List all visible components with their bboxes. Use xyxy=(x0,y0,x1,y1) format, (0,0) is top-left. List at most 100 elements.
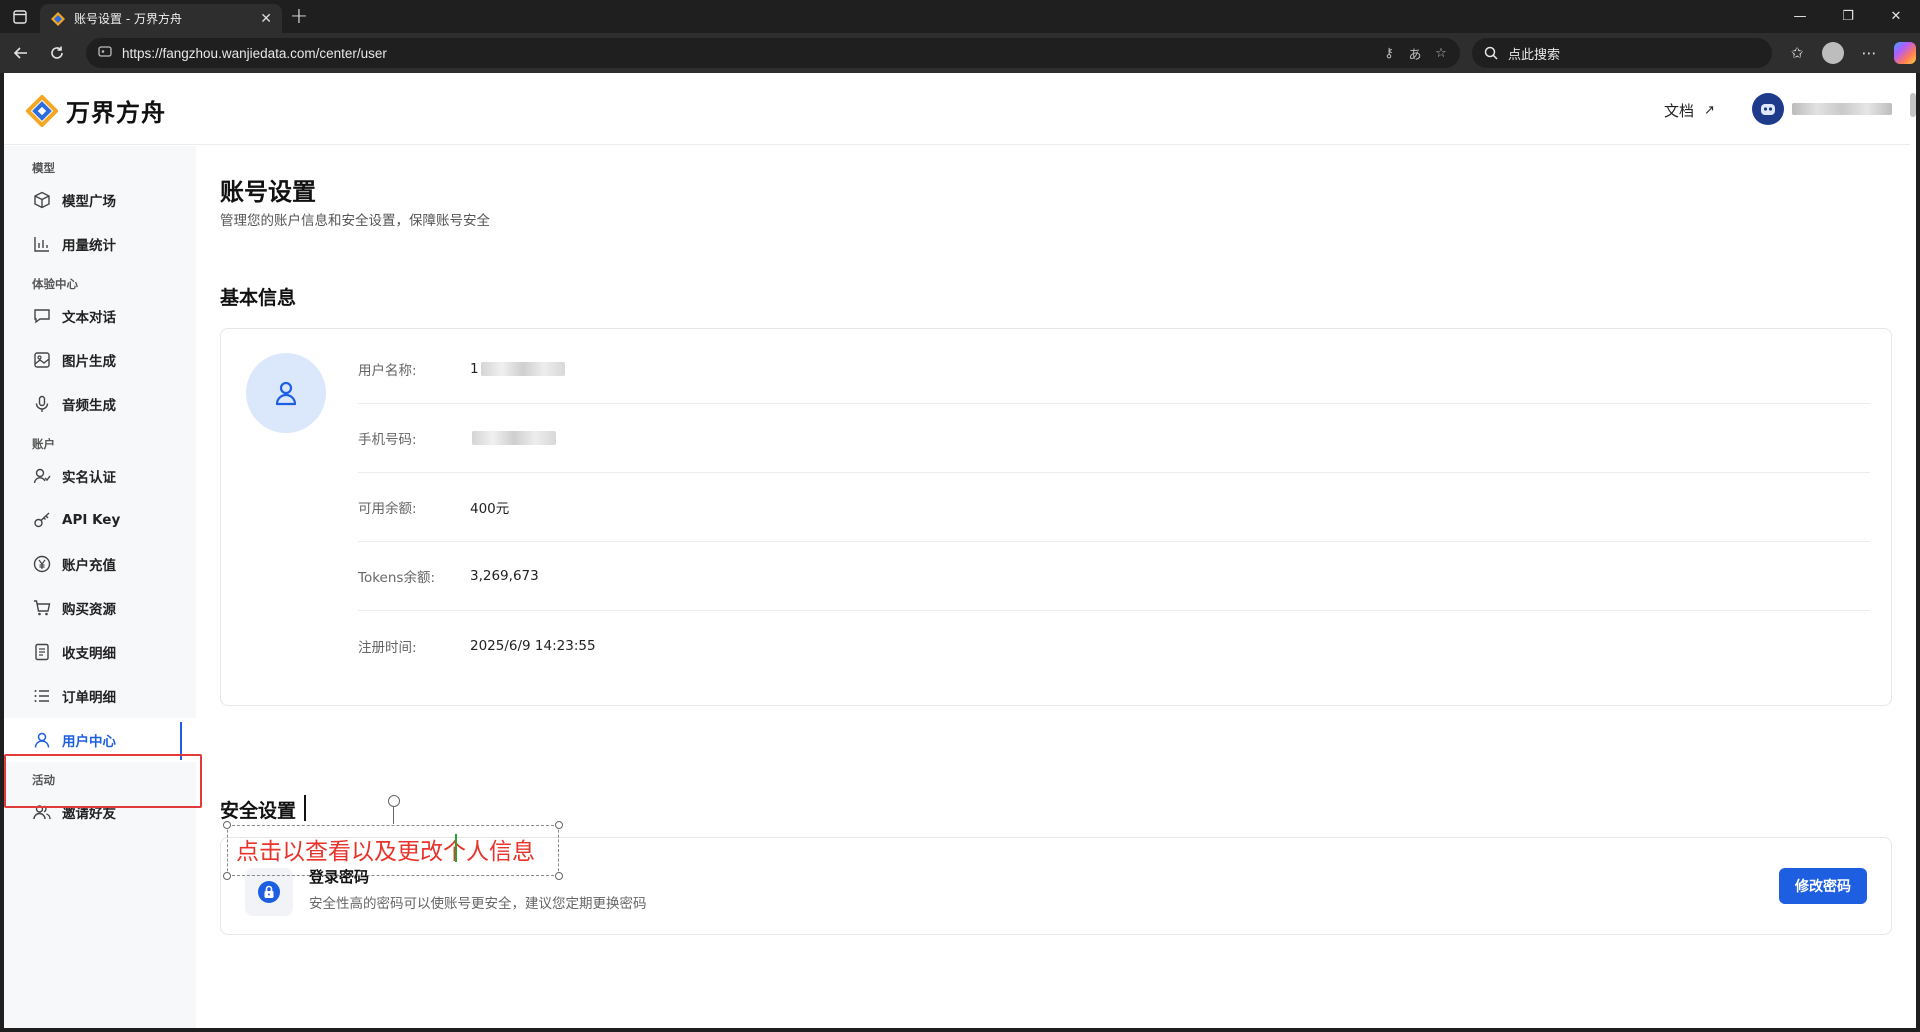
logo-text: 万界方舟 xyxy=(66,99,166,127)
annotation-textbox[interactable]: 点击以查看以及更改个人信息 xyxy=(223,795,563,880)
text-caret xyxy=(304,795,306,821)
sidebar-item-model-square[interactable]: 模型广场 xyxy=(4,178,196,222)
refresh-icon[interactable] xyxy=(42,38,72,68)
page-subtitle: 管理您的账户信息和安全设置，保障账号安全 xyxy=(220,213,490,229)
masked-value xyxy=(472,431,556,445)
rotate-handle[interactable] xyxy=(388,795,400,807)
cart-icon xyxy=(32,598,52,618)
docs-link[interactable]: 文档 ↗ xyxy=(1664,100,1715,121)
sidebar-item-user-center[interactable]: 用户中心 xyxy=(4,718,196,762)
page-title: 账号设置 xyxy=(220,178,316,206)
sidebar-item-text-chat[interactable]: 文本对话 xyxy=(4,294,196,338)
annotation-text[interactable]: 点击以查看以及更改个人信息 xyxy=(236,832,535,866)
scrollbar-thumb[interactable] xyxy=(1910,93,1916,117)
info-row-username: 用户名称: 1 xyxy=(358,335,1870,404)
sidebar-item-label: 用户中心 xyxy=(62,734,116,750)
password-key-icon[interactable]: ⚷ xyxy=(1380,46,1398,61)
sidebar-group-activity: 活动 xyxy=(32,773,55,787)
logo-mark-icon xyxy=(26,94,58,127)
info-row-registered: 注册时间: 2025/6/9 14:23:55 xyxy=(358,611,1870,680)
new-tab-icon[interactable]: + xyxy=(282,0,316,33)
user-icon xyxy=(275,381,297,406)
image-icon xyxy=(32,350,52,370)
restore-icon[interactable]: ❐ xyxy=(1824,0,1872,33)
mic-icon xyxy=(32,394,52,414)
info-value: 400元 xyxy=(470,501,510,517)
sidebar: 模型 模型广场 用量统计 体验中心 文本对话 图片生成 音频生成 账户 实名认证 xyxy=(4,146,196,1028)
info-row-balance: 可用余额: 400元 xyxy=(358,473,1870,542)
sidebar-item-label: 购买资源 xyxy=(62,602,116,618)
username-value: 1 xyxy=(470,361,479,377)
resize-handle-tl[interactable] xyxy=(223,821,231,829)
user-icon xyxy=(32,730,52,750)
app-header: 万界方舟 文档 ↗ xyxy=(4,73,1910,145)
sidebar-item-label: 音频生成 xyxy=(62,398,116,414)
brand-logo[interactable]: 万界方舟 xyxy=(26,93,166,128)
annotation-caret xyxy=(455,834,457,862)
info-label: Tokens余额: xyxy=(358,570,435,586)
users-icon xyxy=(32,802,52,822)
user-name-masked[interactable] xyxy=(1792,103,1892,115)
profile-icon[interactable] xyxy=(1822,42,1844,64)
browser-search-box[interactable]: 点此搜索 xyxy=(1472,38,1772,68)
browser-tab[interactable]: 账号设置 - 万界方舟 ✕ xyxy=(40,4,282,33)
sidebar-item-transactions[interactable]: 收支明细 xyxy=(4,630,196,674)
sidebar-item-buy-resources[interactable]: 购买资源 xyxy=(4,586,196,630)
password-description: 安全性高的密码可以使账号更安全，建议您定期更换密码 xyxy=(309,896,647,912)
translate-icon[interactable]: あ xyxy=(1406,44,1424,63)
back-icon[interactable] xyxy=(6,38,36,68)
yen-icon xyxy=(32,554,52,574)
close-window-icon[interactable]: ✕ xyxy=(1872,0,1920,33)
resize-handle-tr[interactable] xyxy=(555,821,563,829)
sidebar-item-label: 图片生成 xyxy=(62,354,116,370)
sidebar-group-model: 模型 xyxy=(32,161,55,175)
docs-label: 文档 xyxy=(1664,102,1695,120)
document-icon xyxy=(32,642,52,662)
site-info-icon[interactable] xyxy=(96,44,114,62)
tab-actions-icon[interactable] xyxy=(0,0,40,33)
more-icon[interactable]: ⋯ xyxy=(1858,42,1880,64)
sidebar-item-verification[interactable]: 实名认证 xyxy=(4,454,196,498)
close-tab-icon[interactable]: ✕ xyxy=(260,11,272,27)
basic-info-card: 用户名称: 1 手机号码: 可用余额: 400元 Tokens余额: 3,269… xyxy=(220,328,1892,706)
browser-tab-bar: 账号设置 - 万界方舟 ✕ + — ❐ ✕ xyxy=(0,0,1920,33)
sidebar-item-orders[interactable]: 订单明细 xyxy=(4,674,196,718)
key-icon xyxy=(32,510,52,530)
sidebar-item-usage-stats[interactable]: 用量统计 xyxy=(4,222,196,266)
address-bar[interactable]: https://fangzhou.wanjiedata.com/center/u… xyxy=(86,38,1460,68)
sidebar-item-label: 文本对话 xyxy=(62,310,116,326)
info-label: 注册时间: xyxy=(358,639,417,656)
sidebar-item-label: 实名认证 xyxy=(62,470,116,486)
minimize-icon[interactable]: — xyxy=(1776,0,1824,33)
sidebar-item-label: 模型广场 xyxy=(62,194,116,210)
sidebar-item-audio-gen[interactable]: 音频生成 xyxy=(4,382,196,426)
copilot-icon[interactable] xyxy=(1894,42,1916,64)
sidebar-item-label: API Key xyxy=(62,512,121,528)
favorite-star-icon[interactable]: ☆ xyxy=(1432,46,1450,61)
resize-handle-bl[interactable] xyxy=(223,872,231,880)
sidebar-item-label: 用量统计 xyxy=(62,238,116,254)
list-icon xyxy=(32,686,52,706)
user-avatar[interactable] xyxy=(1752,93,1784,125)
sidebar-item-image-gen[interactable]: 图片生成 xyxy=(4,338,196,382)
info-label: 可用余额: xyxy=(358,501,417,517)
external-link-icon: ↗ xyxy=(1704,103,1715,118)
sidebar-item-recharge[interactable]: 账户充值 xyxy=(4,542,196,586)
resize-handle-br[interactable] xyxy=(555,872,563,880)
sidebar-item-api-key[interactable]: API Key xyxy=(4,498,196,542)
tab-title: 账号设置 - 万界方舟 xyxy=(74,12,182,26)
url-text[interactable]: https://fangzhou.wanjiedata.com/center/u… xyxy=(122,46,1372,61)
site-favicon-icon xyxy=(51,11,65,26)
user-check-icon xyxy=(32,466,52,486)
chat-icon xyxy=(32,306,52,326)
masked-value xyxy=(480,362,565,376)
sidebar-item-label: 邀请好友 xyxy=(62,806,116,822)
bar-chart-icon xyxy=(32,234,52,254)
change-password-button[interactable]: 修改密码 xyxy=(1779,868,1867,904)
security-heading: 安全设置 xyxy=(220,800,297,822)
sidebar-group-account: 账户 xyxy=(32,437,55,451)
search-icon xyxy=(1484,46,1498,60)
favorites-icon[interactable]: ✩ xyxy=(1786,42,1808,64)
sidebar-item-invite-friends[interactable]: 邀请好友 xyxy=(4,790,196,834)
web-page: 万界方舟 文档 ↗ 模型 模型广场 用量统计 体验中心 文本对话 图片生成 音频… xyxy=(4,73,1916,1028)
